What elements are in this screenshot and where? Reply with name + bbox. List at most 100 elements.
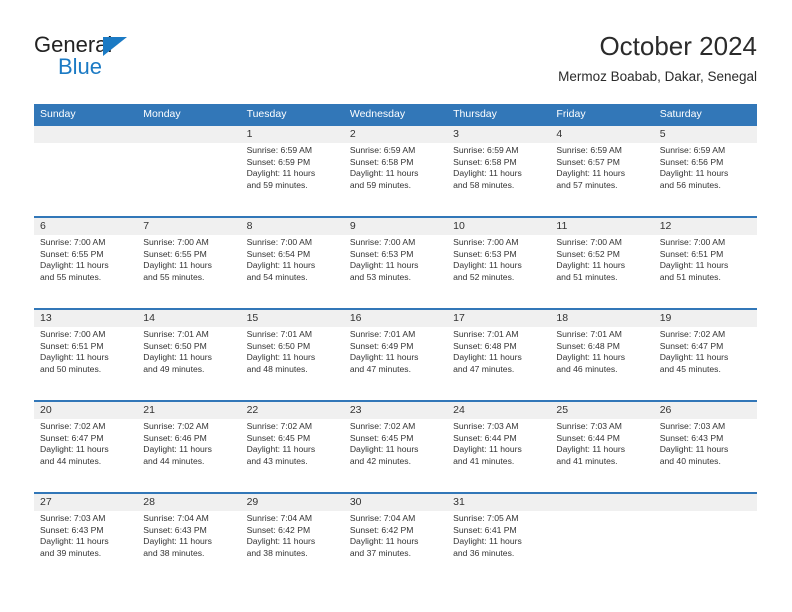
- generalblue-logo[interactable]: General Blue: [34, 33, 234, 85]
- sunset-text: Sunset: 6:44 PM: [556, 432, 620, 443]
- day-number[interactable]: 2: [344, 126, 447, 143]
- day-cell[interactable]: Sunrise: 7:00 AM Sunset: 6:54 PM Dayligh…: [241, 235, 344, 308]
- day-number[interactable]: [550, 494, 653, 511]
- day-number[interactable]: [137, 126, 240, 143]
- day-cell[interactable]: Sunrise: 7:05 AM Sunset: 6:41 PM Dayligh…: [447, 511, 550, 584]
- day-cell[interactable]: Sunrise: 7:03 AM Sunset: 6:43 PM Dayligh…: [654, 419, 757, 492]
- day-number[interactable]: 15: [241, 310, 344, 327]
- day-cell[interactable]: Sunrise: 7:00 AM Sunset: 6:51 PM Dayligh…: [34, 327, 137, 400]
- day-cell[interactable]: Sunrise: 7:01 AM Sunset: 6:50 PM Dayligh…: [137, 327, 240, 400]
- sunrise-text: Sunrise: 7:00 AM: [40, 329, 106, 339]
- day-number[interactable]: 13: [34, 310, 137, 327]
- sunset-text: Sunset: 6:54 PM: [246, 248, 311, 259]
- day-cell[interactable]: Sunrise: 7:04 AM Sunset: 6:43 PM Dayligh…: [137, 511, 240, 584]
- day-number[interactable]: 19: [654, 310, 757, 327]
- day-cell[interactable]: [654, 511, 757, 584]
- day-cell[interactable]: [550, 511, 653, 584]
- day-cell[interactable]: Sunrise: 7:00 AM Sunset: 6:55 PM Dayligh…: [137, 235, 240, 308]
- sunrise-text: Sunrise: 7:00 AM: [453, 237, 519, 247]
- sunrise-text: Sunrise: 7:03 AM: [453, 421, 519, 431]
- day-number[interactable]: 16: [344, 310, 447, 327]
- day-cell[interactable]: Sunrise: 7:04 AM Sunset: 6:42 PM Dayligh…: [344, 511, 447, 584]
- day-number[interactable]: 14: [137, 310, 240, 327]
- day-cell[interactable]: Sunrise: 6:59 AM Sunset: 6:56 PM Dayligh…: [654, 143, 757, 216]
- day-number[interactable]: 21: [137, 402, 240, 419]
- day-number[interactable]: 12: [654, 218, 757, 235]
- day-cell[interactable]: Sunrise: 7:02 AM Sunset: 6:45 PM Dayligh…: [241, 419, 344, 492]
- day-cell[interactable]: Sunrise: 7:03 AM Sunset: 6:44 PM Dayligh…: [447, 419, 550, 492]
- day-cell[interactable]: [137, 143, 240, 216]
- day-cell[interactable]: Sunrise: 7:00 AM Sunset: 6:51 PM Dayligh…: [654, 235, 757, 308]
- daylight-text-line1: Daylight: 11 hours: [349, 260, 419, 271]
- day-number[interactable]: 25: [550, 402, 653, 419]
- week-daynumber-band: 1 2 3 4 5: [34, 126, 757, 143]
- day-cell[interactable]: Sunrise: 7:01 AM Sunset: 6:48 PM Dayligh…: [550, 327, 653, 400]
- daylight-text-line2: and 43 minutes.: [246, 455, 308, 466]
- day-cell[interactable]: [34, 143, 137, 216]
- sunset-text: Sunset: 6:52 PM: [556, 248, 620, 259]
- weekday-header-thursday: Thursday: [453, 108, 497, 120]
- day-cell[interactable]: Sunrise: 7:02 AM Sunset: 6:47 PM Dayligh…: [654, 327, 757, 400]
- sunset-text: Sunset: 6:53 PM: [349, 248, 414, 259]
- day-cell[interactable]: Sunrise: 7:02 AM Sunset: 6:46 PM Dayligh…: [137, 419, 240, 492]
- sunset-text: Sunset: 6:58 PM: [453, 156, 517, 167]
- day-number[interactable]: 4: [550, 126, 653, 143]
- sunrise-text: Sunrise: 6:59 AM: [349, 145, 416, 155]
- day-number[interactable]: 1: [241, 126, 344, 143]
- daylight-text-line1: Daylight: 11 hours: [556, 444, 626, 455]
- day-cell[interactable]: Sunrise: 7:00 AM Sunset: 6:55 PM Dayligh…: [34, 235, 137, 308]
- day-cell[interactable]: Sunrise: 7:03 AM Sunset: 6:44 PM Dayligh…: [550, 419, 653, 492]
- day-number[interactable]: 30: [344, 494, 447, 511]
- daylight-text-line2: and 36 minutes.: [453, 547, 515, 558]
- day-number[interactable]: [654, 494, 757, 511]
- day-number[interactable]: 26: [654, 402, 757, 419]
- day-number[interactable]: [34, 126, 137, 143]
- day-number[interactable]: 10: [447, 218, 550, 235]
- day-number[interactable]: 27: [34, 494, 137, 511]
- day-cell[interactable]: Sunrise: 6:59 AM Sunset: 6:58 PM Dayligh…: [344, 143, 447, 216]
- sunrise-text: Sunrise: 7:01 AM: [453, 329, 519, 339]
- weekday-header-monday: Monday: [143, 108, 181, 120]
- day-number[interactable]: 17: [447, 310, 550, 327]
- day-number[interactable]: 29: [241, 494, 344, 511]
- day-number[interactable]: 23: [344, 402, 447, 419]
- week-detail-band: Sunrise: 7:00 AM Sunset: 6:55 PM Dayligh…: [34, 235, 757, 308]
- day-cell[interactable]: Sunrise: 7:01 AM Sunset: 6:50 PM Dayligh…: [241, 327, 344, 400]
- day-cell[interactable]: Sunrise: 7:03 AM Sunset: 6:43 PM Dayligh…: [34, 511, 137, 584]
- day-cell[interactable]: Sunrise: 7:00 AM Sunset: 6:52 PM Dayligh…: [550, 235, 653, 308]
- day-number[interactable]: 28: [137, 494, 240, 511]
- daylight-text-line1: Daylight: 11 hours: [453, 260, 522, 271]
- day-number[interactable]: 11: [550, 218, 653, 235]
- day-number[interactable]: 31: [447, 494, 550, 511]
- day-number[interactable]: 6: [34, 218, 137, 235]
- day-number[interactable]: 24: [447, 402, 550, 419]
- day-number[interactable]: 7: [137, 218, 240, 235]
- day-cell[interactable]: Sunrise: 6:59 AM Sunset: 6:58 PM Dayligh…: [447, 143, 550, 216]
- day-cell[interactable]: Sunrise: 7:02 AM Sunset: 6:47 PM Dayligh…: [34, 419, 137, 492]
- day-cell[interactable]: Sunrise: 7:01 AM Sunset: 6:48 PM Dayligh…: [447, 327, 550, 400]
- daylight-text-line1: Daylight: 11 hours: [349, 352, 419, 363]
- page-header: General Blue October 2024 Mermoz Boabab,…: [0, 0, 792, 100]
- day-cell[interactable]: Sunrise: 7:00 AM Sunset: 6:53 PM Dayligh…: [447, 235, 550, 308]
- daylight-text-line1: Daylight: 11 hours: [143, 352, 212, 363]
- day-cell[interactable]: Sunrise: 7:04 AM Sunset: 6:42 PM Dayligh…: [241, 511, 344, 584]
- week-daynumber-band: 13 14 15 16 17 18 19: [34, 310, 757, 327]
- day-number[interactable]: 8: [241, 218, 344, 235]
- day-number[interactable]: 3: [447, 126, 550, 143]
- day-cell[interactable]: Sunrise: 7:00 AM Sunset: 6:53 PM Dayligh…: [344, 235, 447, 308]
- day-cell[interactable]: Sunrise: 7:02 AM Sunset: 6:45 PM Dayligh…: [344, 419, 447, 492]
- calendar-week-row: 13 14 15 16 17 18 19 Sunrise: 7:00 AM Su…: [34, 308, 757, 400]
- daylight-text-line1: Daylight: 11 hours: [453, 168, 522, 179]
- sunset-text: Sunset: 6:41 PM: [453, 524, 517, 535]
- day-number[interactable]: 18: [550, 310, 653, 327]
- day-cell[interactable]: Sunrise: 7:01 AM Sunset: 6:49 PM Dayligh…: [344, 327, 447, 400]
- logo-word-blue: Blue: [58, 54, 103, 79]
- day-number[interactable]: 9: [344, 218, 447, 235]
- day-number[interactable]: 22: [241, 402, 344, 419]
- sunset-text: Sunset: 6:43 PM: [143, 524, 207, 535]
- day-number[interactable]: 5: [654, 126, 757, 143]
- day-cell[interactable]: Sunrise: 6:59 AM Sunset: 6:57 PM Dayligh…: [550, 143, 653, 216]
- day-number[interactable]: 20: [34, 402, 137, 419]
- sunset-text: Sunset: 6:59 PM: [246, 156, 311, 167]
- day-cell[interactable]: Sunrise: 6:59 AM Sunset: 6:59 PM Dayligh…: [241, 143, 344, 216]
